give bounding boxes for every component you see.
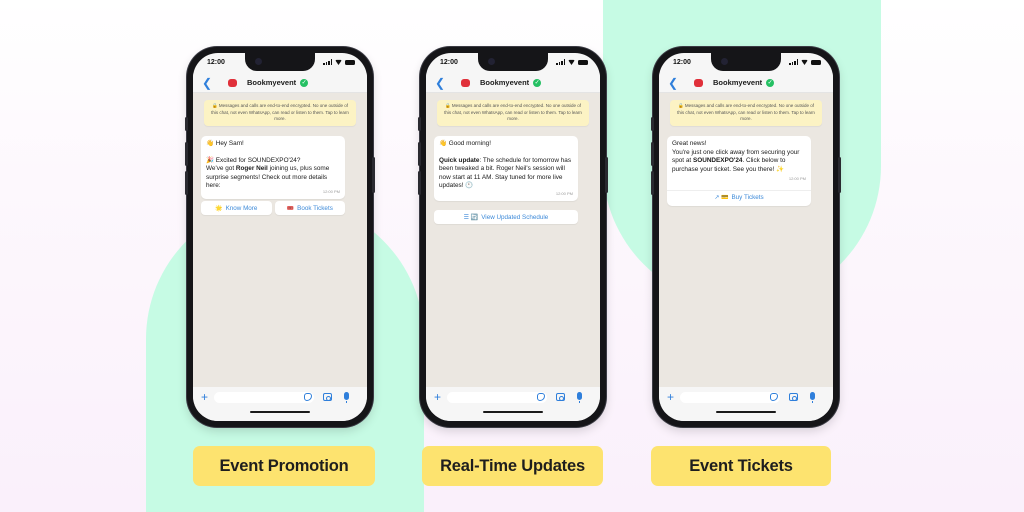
encryption-notice[interactable]: 🔒 Messages and calls are end-to-end encr… xyxy=(670,100,822,126)
chat-header: ❮ Bookmyevent ✓ xyxy=(426,73,600,93)
volume-up-button xyxy=(651,142,654,166)
battery-icon xyxy=(345,59,355,65)
wifi-icon xyxy=(568,59,575,65)
chat-header: ❮ Bookmyevent ✓ xyxy=(193,73,367,93)
book-tickets-button[interactable]: 🎟️ Book Tickets xyxy=(274,201,345,215)
bookmyevent-logo xyxy=(457,78,475,87)
external-link-card-icon: ↗ 💳 xyxy=(714,194,729,201)
message-body: You're just one click away from securing… xyxy=(672,148,800,173)
status-time: 12:00 xyxy=(440,59,458,66)
chevron-left-icon[interactable]: ❮ xyxy=(435,76,447,90)
home-indicator[interactable] xyxy=(716,410,776,413)
message-body: Quick update: The schedule for tomorrow … xyxy=(439,156,572,190)
signal-icon xyxy=(556,59,565,65)
camera-icon[interactable] xyxy=(556,393,565,401)
chat-area: 🔒 Messages and calls are end-to-end encr… xyxy=(659,93,833,387)
chat-area: 🔒 Messages and calls are end-to-end encr… xyxy=(193,93,367,387)
ticket-icon: 🎟️ xyxy=(286,205,295,212)
star-icon: 🌟 xyxy=(215,205,223,212)
phone-screen: 12:00 ❮ Bookmyevent ✓ 🔒 Messages and cal… xyxy=(426,53,600,421)
volume-down-button xyxy=(418,171,421,195)
home-indicator[interactable] xyxy=(483,410,543,413)
status-time: 12:00 xyxy=(673,59,691,66)
notch xyxy=(245,53,315,71)
volume-up-button xyxy=(185,142,188,166)
chat-header: ❮ Bookmyevent ✓ xyxy=(659,73,833,93)
message-timestamp: 12:00 PM xyxy=(555,191,573,197)
phone-event-tickets: 12:00 ❮ Bookmyevent ✓ 🔒 Messages and cal… xyxy=(651,47,841,427)
contact-name[interactable]: Bookmyevent xyxy=(480,78,529,87)
caption-event-tickets: Event Tickets xyxy=(651,446,831,486)
list-refresh-icon: ☰ 🔄 xyxy=(463,214,479,221)
message-input[interactable] xyxy=(214,392,314,403)
phone-screen: 12:00 ❮ Bookmyevent ✓ 🔒 Messages and cal… xyxy=(193,53,367,421)
view-updated-schedule-button[interactable]: ☰ 🔄 View Updated Schedule xyxy=(434,210,578,224)
message-timestamp: 12:00 PM xyxy=(788,175,806,181)
volume-down-button xyxy=(651,171,654,195)
chevron-left-icon[interactable]: ❮ xyxy=(202,76,214,90)
plus-icon[interactable]: + xyxy=(201,390,208,404)
power-button xyxy=(838,157,841,193)
verified-badge-icon: ✓ xyxy=(300,78,309,87)
battery-icon xyxy=(578,59,588,65)
plus-icon[interactable]: + xyxy=(667,390,674,404)
message-input[interactable] xyxy=(680,392,780,403)
know-more-button[interactable]: 🌟 Know More xyxy=(201,201,272,215)
signal-icon xyxy=(789,59,798,65)
signal-icon xyxy=(323,59,332,65)
phone-screen: 12:00 ❮ Bookmyevent ✓ 🔒 Messages and cal… xyxy=(659,53,833,421)
side-button xyxy=(185,117,188,131)
bookmyevent-logo xyxy=(690,78,708,87)
message-bubble: Great news! You're just one click away f… xyxy=(667,136,811,207)
message-composer: + xyxy=(659,387,833,421)
message-greeting: 👋 Good morning! xyxy=(439,140,492,147)
message-line: 🎉 Excited for SOUNDEXPO'24? xyxy=(206,156,301,164)
message-bubble: 👋 Good morning! Quick update: The schedu… xyxy=(434,136,578,201)
contact-name[interactable]: Bookmyevent xyxy=(247,78,296,87)
message-timestamp: 12:00 PM xyxy=(322,189,340,195)
chat-area: 🔒 Messages and calls are end-to-end encr… xyxy=(426,93,600,387)
home-indicator[interactable] xyxy=(250,410,310,413)
battery-icon xyxy=(811,59,821,65)
power-button xyxy=(605,157,608,193)
camera-icon[interactable] xyxy=(789,393,798,401)
caption-event-promotion: Event Promotion xyxy=(193,446,375,486)
notch xyxy=(711,53,781,71)
microphone-icon[interactable] xyxy=(344,392,349,403)
chevron-left-icon[interactable]: ❮ xyxy=(668,76,680,90)
plus-icon[interactable]: + xyxy=(434,390,441,404)
volume-down-button xyxy=(185,171,188,195)
phone-event-promotion: 12:00 ❮ Bookmyevent ✓ 🔒 Messages and cal… xyxy=(185,47,375,427)
phone-real-time-updates: 12:00 ❮ Bookmyevent ✓ 🔒 Messages and cal… xyxy=(418,47,608,427)
status-time: 12:00 xyxy=(207,59,225,66)
message-body: We've got Roger Neil joining us, plus so… xyxy=(206,165,330,190)
microphone-icon[interactable] xyxy=(810,392,815,403)
wifi-icon xyxy=(801,59,808,65)
side-button xyxy=(651,117,654,131)
camera-icon[interactable] xyxy=(323,393,332,401)
verified-badge-icon: ✓ xyxy=(766,78,775,87)
message-composer: + xyxy=(426,387,600,421)
message-bubble: 👋 Hey Sam! 🎉 Excited for SOUNDEXPO'24? W… xyxy=(201,136,345,199)
microphone-icon[interactable] xyxy=(577,392,582,403)
message-input[interactable] xyxy=(447,392,547,403)
message-composer: + xyxy=(193,387,367,421)
notch xyxy=(478,53,548,71)
volume-up-button xyxy=(418,142,421,166)
power-button xyxy=(372,157,375,193)
buy-tickets-button[interactable]: ↗ 💳 Buy Tickets xyxy=(667,190,811,205)
message-greeting: 👋 Hey Sam! xyxy=(206,140,244,147)
message-greeting: Great news! xyxy=(672,140,707,147)
side-button xyxy=(418,117,421,131)
verified-badge-icon: ✓ xyxy=(533,78,542,87)
bookmyevent-logo xyxy=(224,78,242,87)
contact-name[interactable]: Bookmyevent xyxy=(713,78,762,87)
wifi-icon xyxy=(335,59,342,65)
caption-real-time-updates: Real-Time Updates xyxy=(422,446,603,486)
encryption-notice[interactable]: 🔒 Messages and calls are end-to-end encr… xyxy=(437,100,589,126)
encryption-notice[interactable]: 🔒 Messages and calls are end-to-end encr… xyxy=(204,100,356,126)
